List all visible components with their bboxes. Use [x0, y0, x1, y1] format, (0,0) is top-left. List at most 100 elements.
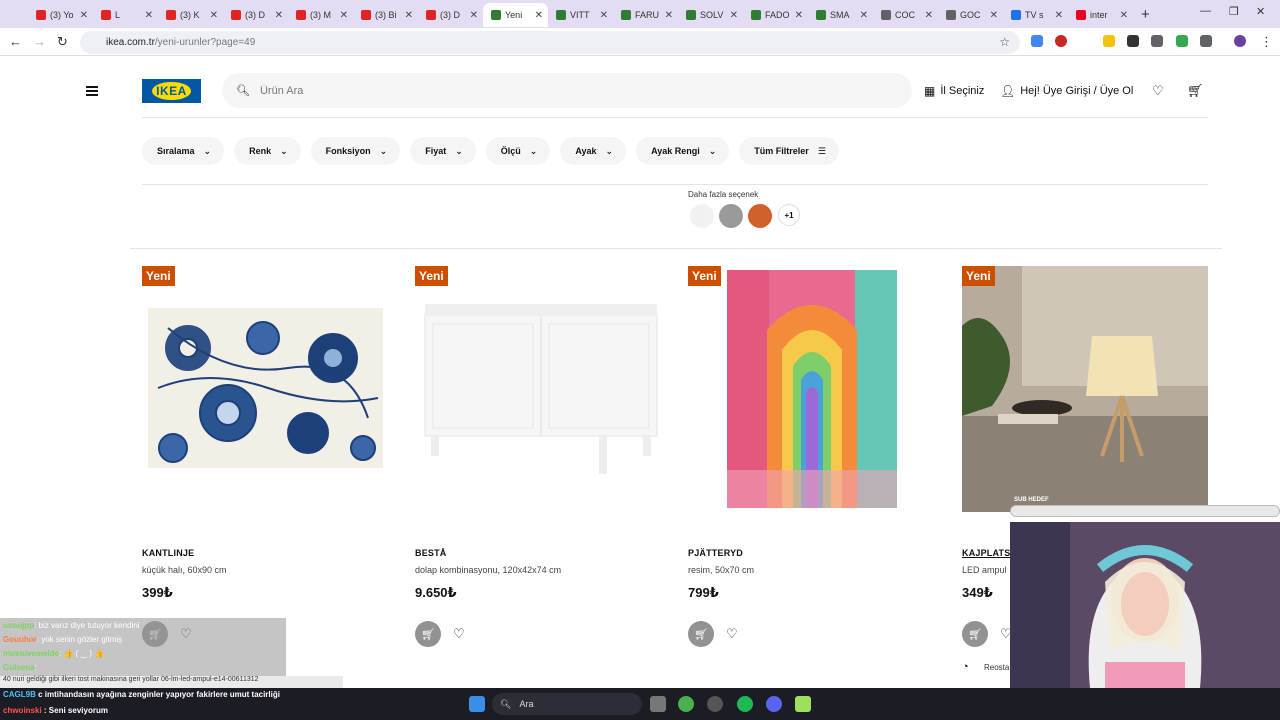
new-badge: Yeni [415, 266, 448, 286]
tab-close-icon[interactable]: ✕ [405, 10, 413, 21]
extension-icon[interactable] [1055, 35, 1067, 47]
search-input[interactable] [259, 84, 860, 97]
filter-chip[interactable]: Renk ⌄ [234, 137, 301, 165]
browser-tab[interactable]: (3) Bi ✕ [353, 3, 418, 27]
favorites-heart-icon[interactable]: ♡ [1152, 83, 1164, 99]
tab-close-icon[interactable]: ✕ [535, 10, 543, 21]
product-name[interactable]: BESTÅ [415, 548, 447, 558]
browser-tab[interactable]: (3) D ✕ [418, 3, 483, 27]
browser-tab[interactable]: SMA ✕ [808, 3, 873, 27]
shopping-bag-icon[interactable]: 🛒︎ [1187, 83, 1204, 99]
browser-tab[interactable]: inter ✕ [1068, 3, 1133, 27]
browser-tab[interactable]: FADO ✕ [743, 3, 808, 27]
tab-close-icon[interactable]: ✕ [665, 10, 673, 21]
browser-tab[interactable]: L ✕ [93, 3, 158, 27]
filter-chip[interactable]: Ayak Rengi ⌄ [636, 137, 730, 165]
favorite-heart-icon[interactable]: ♡ [453, 626, 465, 642]
browser-tab[interactable]: VITT ✕ [548, 3, 613, 27]
tab-close-icon[interactable]: ✕ [80, 10, 88, 21]
tab-close-icon[interactable]: ✕ [600, 10, 608, 21]
restore-icon[interactable]: ❐ [1229, 5, 1239, 18]
app-icon[interactable] [795, 696, 811, 712]
browser-tab[interactable]: (3) Yo ✕ [28, 3, 93, 27]
tab-close-icon[interactable]: ✕ [145, 10, 153, 21]
extension-icon[interactable] [1151, 35, 1163, 47]
filter-chip[interactable]: Fiyat ⌄ [410, 137, 476, 165]
tab-close-icon[interactable]: ✕ [730, 10, 738, 21]
url-field[interactable]: ikea.com.tr/yeni-urunler?page=49 ☆ [80, 31, 1020, 54]
tab-close-icon[interactable]: ✕ [990, 10, 998, 21]
favorite-heart-icon[interactable]: ♡ [726, 626, 738, 642]
new-tab-icon[interactable]: + [1141, 6, 1150, 23]
browser-tab[interactable]: (3) M ✕ [288, 3, 353, 27]
extension-icon[interactable] [1103, 35, 1115, 47]
filter-chip[interactable]: Ölçü ⌄ [485, 137, 551, 165]
browser-tab[interactable]: (3) D ✕ [223, 3, 288, 27]
extension-icon[interactable] [1176, 35, 1188, 47]
ikea-logo[interactable]: IKEA [142, 79, 201, 103]
bookmark-star-icon[interactable]: ☆ [999, 35, 1010, 49]
spotify-icon[interactable] [737, 696, 753, 712]
tab-close-icon[interactable]: ✕ [275, 10, 283, 21]
close-window-icon[interactable]: ✕ [1256, 5, 1265, 18]
cabinet-image[interactable] [421, 300, 661, 480]
reload-icon[interactable]: ↻ [57, 34, 68, 50]
browser-tab[interactable]: COC ✕ [873, 3, 938, 27]
extensions-puzzle-icon[interactable] [1200, 35, 1212, 47]
tab-close-icon[interactable]: ✕ [860, 10, 868, 21]
tab-close-icon[interactable]: ✕ [1120, 10, 1128, 21]
add-to-cart-button[interactable]: 🛒︎ [415, 621, 441, 647]
browser-menu-icon[interactable]: ⋮ [1260, 34, 1273, 50]
search-bar[interactable]: 🔍︎ [222, 73, 912, 108]
browser-tab[interactable]: Yeni ✕ [483, 3, 548, 27]
filter-chip[interactable]: Sıralama ⌄ [142, 137, 225, 165]
account-link[interactable]: 👤︎ Hej! Üye Girişi / Üye Ol [1000, 84, 1133, 98]
tab-close-icon[interactable]: ✕ [925, 10, 933, 21]
browser-tab[interactable]: SOLV ✕ [678, 3, 743, 27]
minimize-icon[interactable]: — [1200, 5, 1211, 17]
tab-close-icon[interactable]: ✕ [210, 10, 218, 21]
product-name[interactable]: KANTLINJE [142, 548, 194, 558]
filter-chip[interactable]: Fonksiyon ⌄ [310, 137, 401, 165]
product-card[interactable]: Yeni BESTÅ dolap kombinasyonu, 120x42x74… [415, 262, 665, 692]
arches-picture-image[interactable] [727, 270, 897, 508]
forward-icon[interactable]: → [33, 34, 46, 49]
back-icon[interactable]: ← [9, 34, 22, 49]
product-card[interactable]: Yeni PJÄTTERYD resim, 50x70 cm 799₺ 🛒︎ ♡ [688, 262, 938, 692]
browser-tab[interactable]: (3) K ✕ [158, 3, 223, 27]
app-icon[interactable] [707, 696, 723, 712]
color-swatch[interactable] [748, 204, 772, 228]
tab-close-icon[interactable]: ✕ [470, 10, 478, 21]
taskbar-search[interactable]: 🔍︎ Ara [492, 693, 642, 715]
extension-icon[interactable] [1127, 35, 1139, 47]
browser-tab[interactable]: FARU ✕ [613, 3, 678, 27]
browser-tab[interactable]: GOC ✕ [938, 3, 1003, 27]
filter-label: Ölçü [500, 146, 521, 156]
lamp-room-image[interactable] [962, 266, 1208, 512]
product-name[interactable]: PJÄTTERYD [688, 548, 743, 558]
store-selector[interactable]: ▦ İl Seçiniz [924, 84, 984, 98]
all-filters-button[interactable]: Tüm Filtreler ☰ [739, 137, 839, 165]
hamburger-menu-icon[interactable] [86, 86, 98, 96]
rug-image[interactable] [148, 308, 383, 468]
tab-close-icon[interactable]: ✕ [795, 10, 803, 21]
tab-close-icon[interactable]: ✕ [340, 10, 348, 21]
tab-label: (3) D [245, 10, 265, 20]
filter-chip[interactable]: Ayak ⌄ [560, 137, 627, 165]
tab-close-icon[interactable]: ✕ [1055, 10, 1063, 21]
product-name[interactable]: KAJPLATS [962, 548, 1010, 558]
url-path: /yeni-urunler?page=49 [154, 37, 256, 48]
browser-tab[interactable]: TV s ✕ [1003, 3, 1068, 27]
color-swatch[interactable] [690, 204, 714, 228]
chrome-icon[interactable] [678, 696, 694, 712]
discord-icon[interactable] [766, 696, 782, 712]
windows-start-icon[interactable] [469, 696, 485, 712]
task-view-icon[interactable] [650, 696, 666, 712]
profile-avatar-icon[interactable] [1234, 35, 1246, 47]
add-to-cart-button[interactable]: 🛒︎ [688, 621, 714, 647]
add-to-cart-button[interactable]: 🛒︎ [962, 621, 988, 647]
more-swatches-count[interactable]: +1 [778, 204, 800, 226]
translate-extension-icon[interactable] [1031, 35, 1043, 47]
more-options-label: Daha fazla seçenek [688, 190, 759, 199]
color-swatch[interactable] [719, 204, 743, 228]
